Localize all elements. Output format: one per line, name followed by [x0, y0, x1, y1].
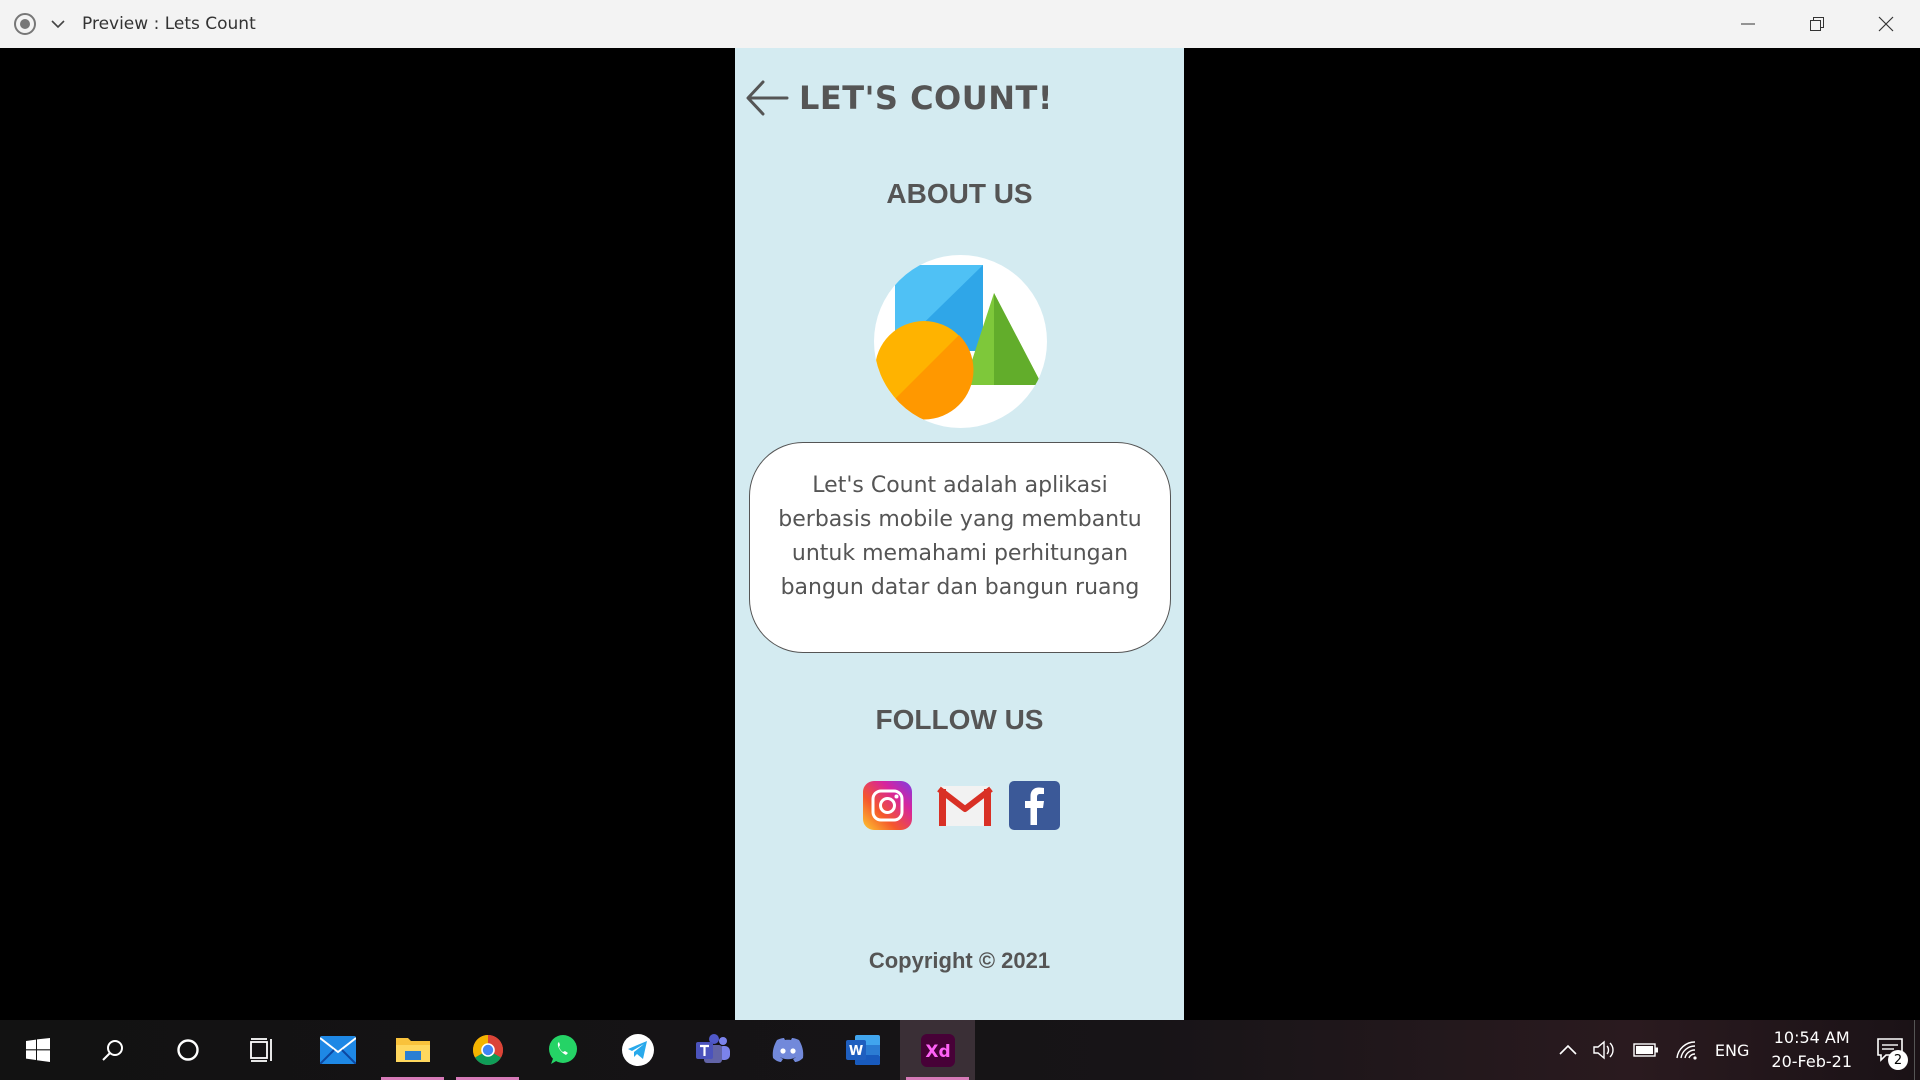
about-heading: ABOUT US [886, 178, 1033, 209]
battery-button[interactable] [1625, 1020, 1667, 1080]
battery-icon [1633, 1043, 1658, 1057]
minimize-icon [1740, 23, 1755, 25]
follow-heading: FOLLOW US [875, 704, 1044, 735]
chrome-icon [472, 1035, 503, 1066]
app-header: LET'S COUNT! [745, 78, 1053, 118]
search-button[interactable] [75, 1020, 150, 1080]
window-titlebar: Preview : Lets Count [0, 0, 1920, 48]
wifi-icon [1676, 1041, 1697, 1060]
restore-icon [1809, 17, 1824, 31]
windows-start-button[interactable] [0, 1020, 75, 1080]
close-button[interactable] [1851, 0, 1920, 48]
clock-time: 10:54 AM [1773, 1028, 1850, 1047]
clock[interactable]: 10:54 AM 20-Feb-21 [1757, 1026, 1866, 1074]
app-title: LET'S COUNT! [799, 79, 1053, 117]
restore-button[interactable] [1782, 0, 1851, 48]
whatsapp-app[interactable] [525, 1020, 600, 1080]
window-title: Preview : Lets Count [82, 14, 256, 34]
telegram-icon [621, 1034, 654, 1066]
cortana-button[interactable] [150, 1020, 225, 1080]
adobe-xd-icon: Xd [920, 1033, 955, 1067]
cortana-icon [176, 1039, 199, 1061]
teams-app[interactable] [675, 1020, 750, 1080]
word-label: W [848, 1044, 862, 1059]
shapes-logo-icon [875, 265, 1042, 420]
adobe-xd-app[interactable]: Xd [900, 1020, 975, 1080]
app-logo [874, 255, 1047, 428]
file-explorer-icon [395, 1038, 430, 1062]
language-label: ENG [1714, 1040, 1750, 1060]
volume-icon [1593, 1040, 1614, 1060]
chevron-up-icon [1559, 1044, 1577, 1055]
close-icon [1878, 16, 1893, 32]
search-icon [101, 1040, 123, 1061]
facebook-icon[interactable] [1009, 781, 1060, 830]
word-icon: W [845, 1035, 880, 1065]
gmail-icon[interactable] [936, 781, 993, 830]
mail-icon [319, 1036, 356, 1064]
window-controls [1713, 0, 1920, 48]
about-description: Let's Count adalah aplikasi berbasis mob… [778, 473, 1142, 600]
teams-icon [695, 1034, 730, 1063]
task-view-icon [249, 1038, 272, 1062]
clock-date: 20-Feb-21 [1771, 1052, 1852, 1071]
social-links [863, 781, 1060, 830]
telegram-app[interactable] [600, 1020, 675, 1080]
minimize-button[interactable] [1713, 0, 1782, 48]
adobe-xd-label: Xd [925, 1042, 950, 1062]
discord-app[interactable] [750, 1020, 825, 1080]
volume-button[interactable] [1585, 1020, 1625, 1080]
word-app[interactable]: W [825, 1020, 900, 1080]
taskbar: W Xd ENG 10:54 AM 20-Feb-21 2 [0, 1020, 1920, 1080]
chevron-down-icon[interactable] [48, 14, 68, 34]
notification-count: 2 [1888, 1050, 1908, 1070]
whatsapp-icon [548, 1035, 577, 1064]
windows-start-icon [25, 1038, 50, 1062]
show-hidden-icons-button[interactable] [1551, 1020, 1585, 1080]
notification-center-button[interactable]: 2 [1866, 1020, 1914, 1080]
wifi-button[interactable] [1667, 1020, 1707, 1080]
copyright-text: Copyright © 2021 [868, 948, 1051, 973]
system-tray: ENG 10:54 AM 20-Feb-21 2 [1551, 1020, 1920, 1080]
chrome-app[interactable] [450, 1020, 525, 1080]
show-desktop-button[interactable] [1914, 1020, 1920, 1080]
back-arrow-icon[interactable] [745, 78, 789, 118]
record-icon[interactable] [14, 13, 36, 35]
mail-app[interactable] [300, 1020, 375, 1080]
instagram-icon[interactable] [863, 781, 912, 830]
file-explorer-app[interactable] [375, 1020, 450, 1080]
about-card: Let's Count adalah aplikasi berbasis mob… [749, 442, 1171, 653]
task-view-button[interactable] [225, 1020, 300, 1080]
app-screen: LET'S COUNT! ABOUT US Let's Count adalah… [735, 48, 1184, 1020]
language-indicator[interactable]: ENG [1707, 1020, 1757, 1080]
discord-icon [772, 1038, 803, 1062]
